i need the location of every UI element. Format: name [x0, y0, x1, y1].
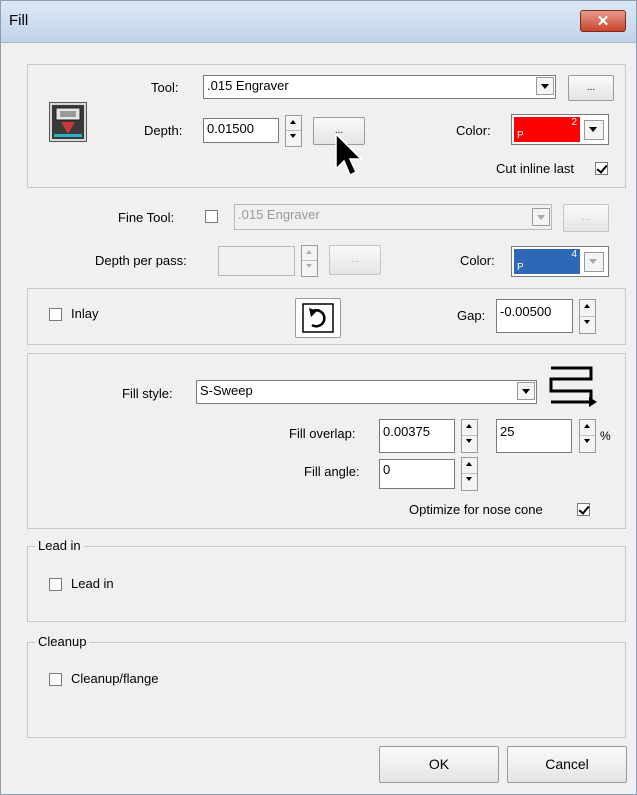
- fine-tool-browse-label: ...: [581, 212, 591, 223]
- ok-button[interactable]: OK: [379, 746, 499, 783]
- cut-inline-last-checkbox[interactable]: [595, 162, 608, 175]
- cleanup-legend: Cleanup: [35, 634, 90, 649]
- chevron-down-icon[interactable]: [517, 382, 535, 400]
- chevron-down-icon[interactable]: [584, 120, 604, 140]
- fill-overlap-input[interactable]: 0.00375: [379, 419, 455, 453]
- fine-tool-browse-button[interactable]: ...: [563, 204, 609, 232]
- depth-per-pass-browse-label: ...: [350, 254, 360, 265]
- overlap-percent-spinner[interactable]: [579, 419, 596, 453]
- fill-style-value: S-Sweep: [200, 383, 253, 398]
- color-picker[interactable]: 2 P: [511, 114, 609, 145]
- fine-tool-combobox[interactable]: .015 Engraver: [234, 204, 552, 230]
- fill-overlap-value: 0.00375: [383, 424, 430, 439]
- depth-spinner[interactable]: [285, 115, 302, 147]
- fine-color-picker[interactable]: 4 P: [511, 246, 609, 277]
- depth-per-pass-input[interactable]: [218, 246, 295, 276]
- s-sweep-icon: [547, 365, 599, 409]
- fine-color-swatch: 4 P: [514, 249, 580, 274]
- fine-color-p-marker: P: [517, 262, 524, 273]
- fill-angle-spinner[interactable]: [461, 457, 478, 491]
- fill-overlap-label: Fill overlap:: [289, 426, 356, 441]
- lead-in-checkbox-label: Lead in: [71, 576, 114, 591]
- fine-tool-checkbox[interactable]: [205, 210, 218, 223]
- fine-tool-label: Fine Tool:: [118, 210, 175, 225]
- depth-per-pass-spinner[interactable]: [301, 245, 318, 277]
- fill-overlap-spinner[interactable]: [461, 419, 478, 453]
- optimize-nose-cone-label: Optimize for nose cone: [409, 502, 543, 517]
- fill-angle-value: 0: [383, 462, 391, 477]
- fill-angle-label: Fill angle:: [304, 464, 360, 479]
- percent-sign: %: [600, 429, 611, 443]
- overlap-percent-value: 25: [500, 424, 515, 439]
- color-label: Color:: [456, 123, 491, 138]
- lead-in-legend: Lead in: [35, 538, 84, 553]
- lead-in-group: [27, 546, 626, 622]
- fine-tool-combobox-value: .015 Engraver: [238, 207, 320, 222]
- chevron-down-icon[interactable]: [584, 252, 604, 272]
- tool-browse-label: ...: [586, 82, 596, 93]
- gap-label: Gap:: [457, 308, 486, 323]
- tool-label: Tool:: [151, 80, 179, 95]
- close-button[interactable]: ✕: [580, 10, 626, 32]
- overlap-percent-input[interactable]: 25: [496, 419, 572, 453]
- dialog-title: Fill: [9, 12, 29, 29]
- close-icon: ✕: [596, 13, 610, 30]
- color-p-marker: P: [517, 130, 524, 141]
- fill-style-label: Fill style:: [122, 386, 173, 401]
- gap-spinner[interactable]: [579, 299, 596, 334]
- depth-input-value: 0.01500: [207, 121, 254, 136]
- inlay-label: Inlay: [71, 306, 99, 321]
- ok-button-label: OK: [428, 756, 450, 772]
- chevron-down-icon[interactable]: [532, 208, 550, 226]
- cancel-button[interactable]: Cancel: [507, 746, 627, 783]
- tool-browse-button[interactable]: ...: [568, 75, 614, 101]
- title-bar: Fill ✕: [1, 1, 636, 43]
- fill-dialog: Fill ✕ Tool: .015 Engraver ... Depth: 0.…: [0, 0, 637, 795]
- color-swatch: 2 P: [514, 117, 580, 142]
- inlay-checkbox[interactable]: [49, 308, 62, 321]
- undo-arrow-icon[interactable]: [295, 298, 341, 338]
- cleanup-group: [27, 642, 626, 738]
- lead-in-checkbox[interactable]: [49, 578, 62, 591]
- optimize-nose-cone-checkbox[interactable]: [577, 503, 590, 516]
- gap-input[interactable]: -0.00500: [496, 299, 573, 333]
- mouse-cursor-icon: [334, 132, 364, 177]
- depth-per-pass-browse-button[interactable]: ...: [329, 245, 381, 275]
- depth-per-pass-label: Depth per pass:: [95, 253, 187, 268]
- fill-angle-input[interactable]: 0: [379, 459, 455, 489]
- fill-style-combobox[interactable]: S-Sweep: [196, 380, 537, 404]
- fine-color-label: Color:: [460, 253, 495, 268]
- depth-input[interactable]: 0.01500: [203, 118, 279, 143]
- chevron-down-icon[interactable]: [536, 77, 554, 95]
- cancel-button-label: Cancel: [545, 756, 589, 772]
- cleanup-flange-label: Cleanup/flange: [71, 671, 159, 686]
- tool-combobox[interactable]: .015 Engraver: [203, 75, 556, 99]
- tool-combobox-value: .015 Engraver: [207, 78, 289, 93]
- engraver-tool-icon: [49, 102, 87, 142]
- color-index: 2: [571, 117, 577, 128]
- depth-label: Depth:: [144, 123, 183, 138]
- gap-value: -0.00500: [500, 304, 552, 319]
- cleanup-flange-checkbox[interactable]: [49, 673, 62, 686]
- fine-color-index: 4: [571, 249, 577, 260]
- cut-inline-last-label: Cut inline last: [496, 161, 575, 176]
